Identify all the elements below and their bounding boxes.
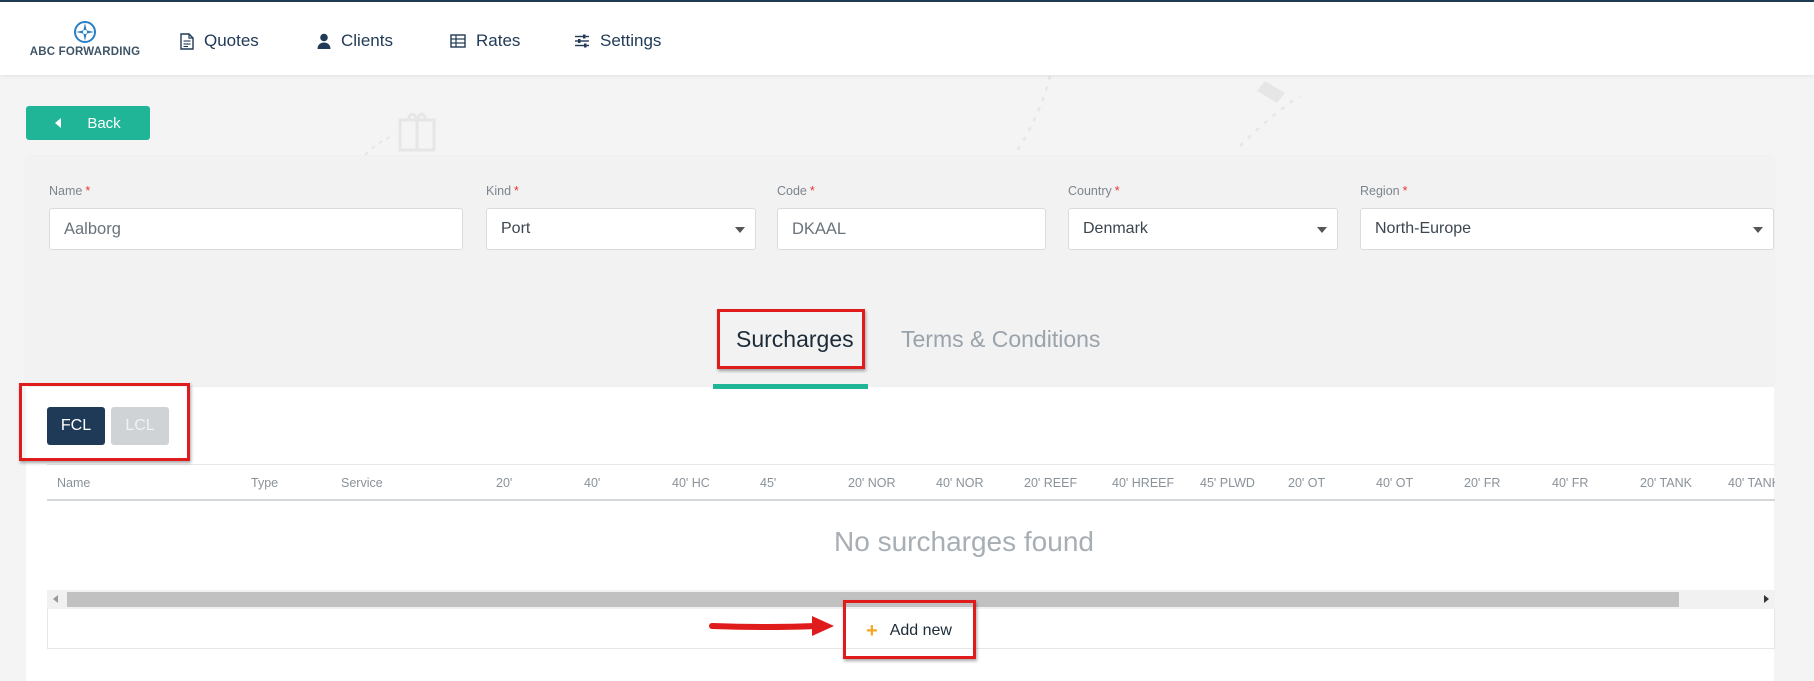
kind-select[interactable]: Port xyxy=(486,208,756,250)
chevron-down-icon xyxy=(1753,227,1763,233)
nav-settings-label: Settings xyxy=(600,31,662,50)
compass-logo-icon xyxy=(74,21,96,43)
arrow-right-icon xyxy=(709,616,834,636)
column-header[interactable]: 40' FR xyxy=(1552,476,1588,490)
highlight-add-new xyxy=(843,600,976,659)
column-header[interactable]: 40' HREEF xyxy=(1112,476,1174,490)
column-header[interactable]: 40' TANK xyxy=(1728,476,1775,490)
nav-quotes-label: Quotes xyxy=(204,31,259,50)
table-icon xyxy=(450,34,466,48)
region-field-group: Region * North-Europe xyxy=(1360,184,1774,250)
column-header[interactable]: Service xyxy=(341,476,383,490)
name-field-label: Name * xyxy=(49,184,91,198)
plane-doodle-icon xyxy=(1013,76,1301,155)
column-header[interactable]: Type xyxy=(251,476,278,490)
scroll-left-icon[interactable] xyxy=(53,595,58,603)
caret-left-icon xyxy=(55,118,62,128)
nav-rates-label: Rates xyxy=(476,31,521,50)
logo[interactable]: ABC FORWARDING xyxy=(26,20,144,60)
top-navbar: ABC FORWARDING Quotes Clients Rates Sett… xyxy=(0,0,1814,75)
chevron-down-icon xyxy=(1317,227,1327,233)
back-button[interactable]: Back xyxy=(26,106,150,140)
region-select[interactable]: North-Europe xyxy=(1360,208,1774,250)
tab-terms-conditions[interactable]: Terms & Conditions xyxy=(901,326,1100,353)
nav-rates[interactable]: Rates xyxy=(450,28,520,54)
country-field-group: Country * Denmark xyxy=(1068,184,1338,250)
column-header[interactable]: 20' NOR xyxy=(848,476,896,490)
column-header[interactable]: 45' xyxy=(760,476,776,490)
nav-clients[interactable]: Clients xyxy=(317,28,393,54)
gift-doodle-icon xyxy=(364,112,436,156)
nav-settings[interactable]: Settings xyxy=(574,28,661,54)
column-header[interactable]: 40' NOR xyxy=(936,476,984,490)
document-icon xyxy=(180,32,194,50)
back-button-label: Back xyxy=(87,114,121,132)
column-header[interactable]: 40' HC xyxy=(672,476,710,490)
column-header[interactable]: 20' FR xyxy=(1464,476,1500,490)
nav-quotes[interactable]: Quotes xyxy=(180,28,259,54)
active-tab-indicator xyxy=(713,384,868,389)
code-field-group: Code * DKAAL xyxy=(777,184,1046,250)
column-header[interactable]: 40' xyxy=(584,476,600,490)
nav-clients-label: Clients xyxy=(341,31,393,50)
highlight-mode-toggle xyxy=(19,383,190,461)
highlight-surcharges-tab xyxy=(717,309,865,369)
column-header[interactable]: 45' PLWD xyxy=(1200,476,1255,490)
port-details-panel: Name * Aalborg Kind * Port Code * DKAAL Cou… xyxy=(26,156,1774,386)
logo-text: ABC FORWARDING xyxy=(29,46,141,58)
empty-state-message: No surcharges found xyxy=(834,526,1094,557)
code-field-label: Code * xyxy=(777,184,815,198)
user-icon xyxy=(317,33,331,49)
code-input[interactable]: DKAAL xyxy=(777,208,1046,250)
surcharges-table-header: Name Type Service 20' 40' 40' HC 45' 20'… xyxy=(47,464,1775,501)
kind-field-label: Kind * xyxy=(486,184,519,198)
column-header[interactable]: 20' REEF xyxy=(1024,476,1077,490)
column-header[interactable]: 20' OT xyxy=(1288,476,1325,490)
column-header[interactable]: 40' OT xyxy=(1376,476,1413,490)
scroll-right-icon[interactable] xyxy=(1764,595,1769,603)
name-field-group: Name * Aalborg xyxy=(49,184,463,250)
chevron-down-icon xyxy=(735,227,745,233)
sliders-icon xyxy=(575,34,589,48)
country-select[interactable]: Denmark xyxy=(1068,208,1338,250)
country-field-label: Country * xyxy=(1068,184,1120,198)
region-field-label: Region * xyxy=(1360,184,1408,198)
column-header[interactable]: 20' xyxy=(496,476,512,490)
column-header[interactable]: 20' TANK xyxy=(1640,476,1692,490)
name-input[interactable]: Aalborg xyxy=(49,208,463,250)
column-header[interactable]: Name xyxy=(57,476,90,490)
kind-field-group: Kind * Port xyxy=(486,184,756,250)
